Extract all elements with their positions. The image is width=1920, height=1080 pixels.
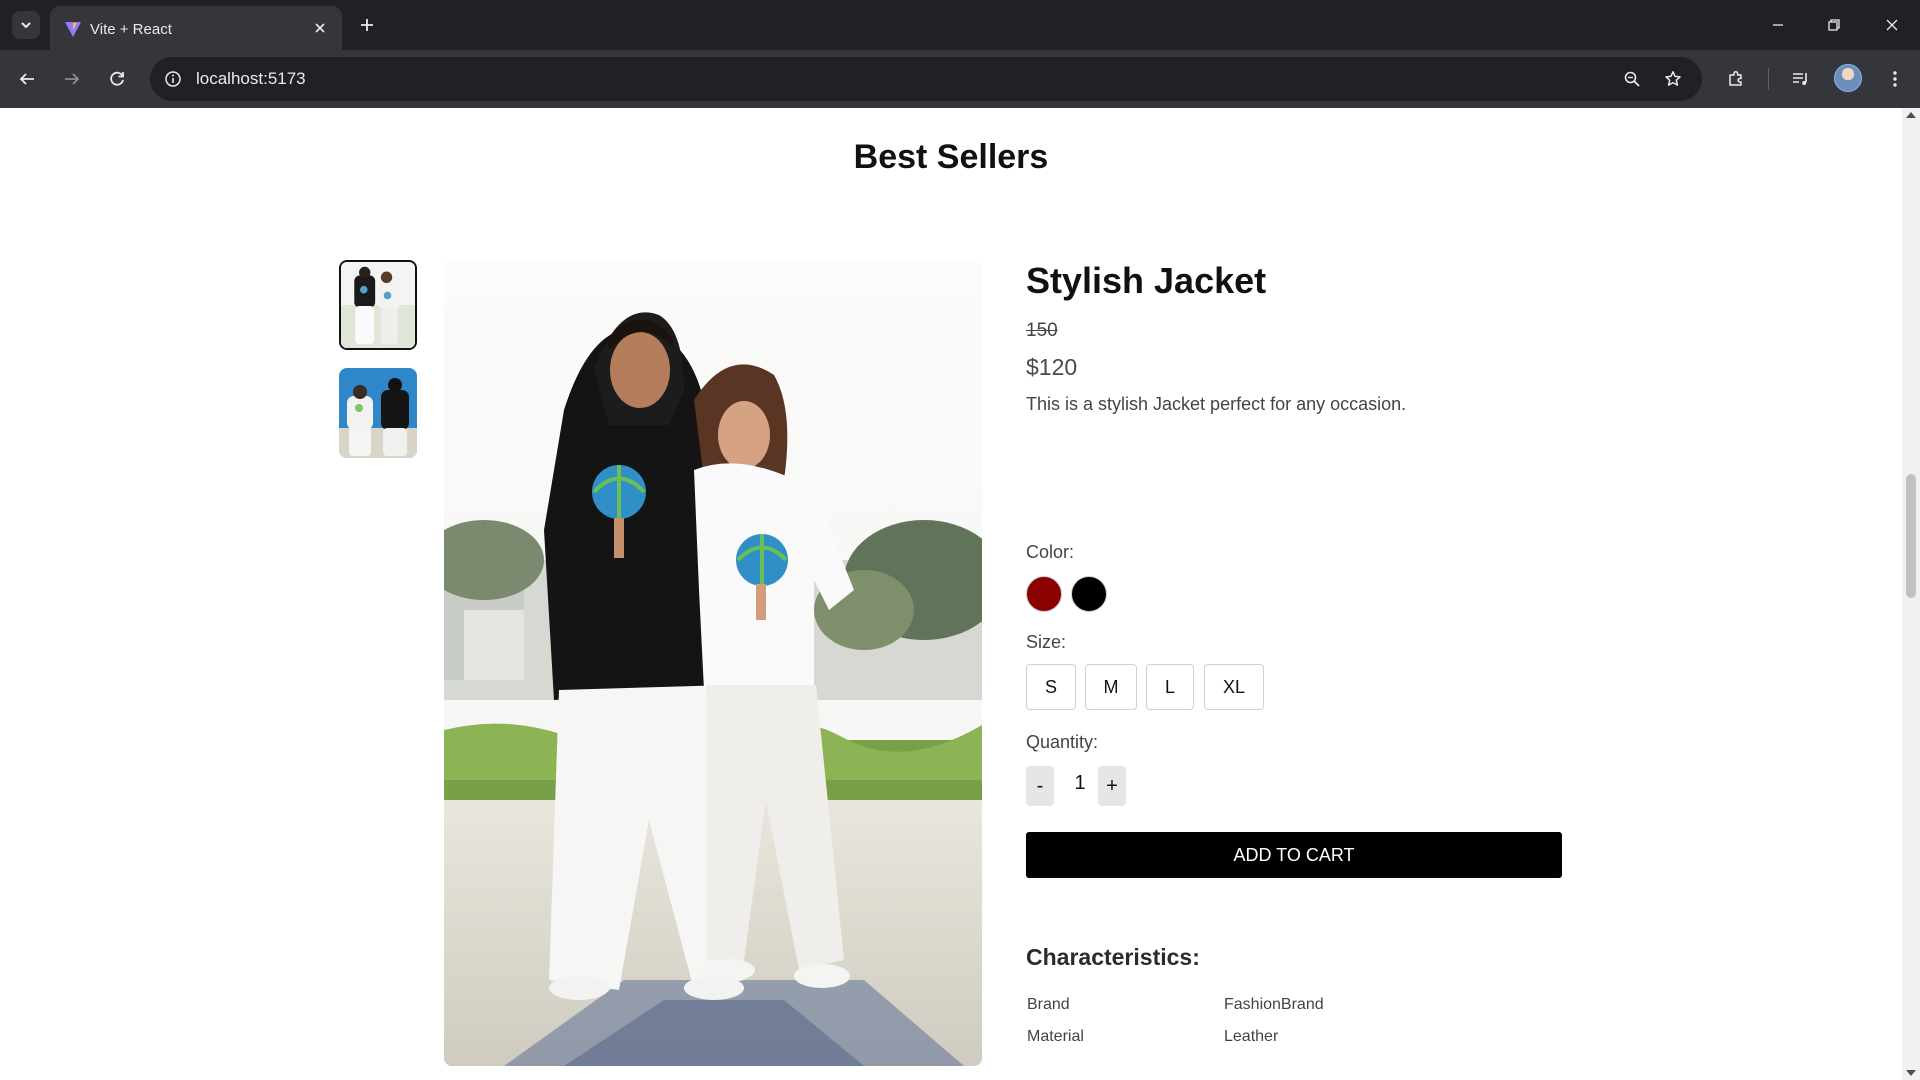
product-main-image bbox=[444, 260, 982, 1066]
characteristic-key-material: Material bbox=[1027, 1028, 1084, 1045]
original-price: 150 bbox=[1026, 320, 1058, 341]
minimize-button[interactable] bbox=[1750, 0, 1806, 50]
tab-list-button[interactable] bbox=[12, 11, 40, 39]
characteristic-value-material: Leather bbox=[1224, 1028, 1279, 1045]
color-swatch-dark-red[interactable] bbox=[1026, 576, 1062, 612]
tab-title: Vite + React bbox=[90, 21, 172, 38]
toolbar-separator bbox=[1768, 68, 1769, 90]
product-thumbnail-1[interactable] bbox=[339, 260, 417, 350]
new-tab-button[interactable] bbox=[354, 12, 380, 38]
kebab-menu-icon bbox=[1893, 71, 1897, 87]
close-icon bbox=[315, 23, 325, 33]
thumbnail-image bbox=[339, 368, 417, 458]
site-info-button[interactable] bbox=[162, 68, 184, 90]
product-photo bbox=[444, 260, 982, 1066]
address-bar[interactable]: localhost:5173 bbox=[150, 57, 1702, 101]
info-icon bbox=[165, 71, 181, 87]
star-icon bbox=[1665, 71, 1681, 86]
section-title: Best Sellers bbox=[853, 138, 1049, 176]
product-thumbnail-2[interactable] bbox=[339, 368, 417, 458]
minimize-icon bbox=[1773, 24, 1783, 26]
bookmark-button[interactable] bbox=[1660, 66, 1686, 92]
product-description: This is a stylish Jacket perfect for any… bbox=[1026, 394, 1407, 414]
size-option-xl[interactable]: XL bbox=[1204, 664, 1264, 710]
thumbnail-image bbox=[341, 262, 415, 348]
size-label: Size: bbox=[1026, 632, 1067, 652]
close-icon bbox=[1886, 19, 1898, 31]
vite-logo-icon bbox=[65, 22, 81, 37]
restore-button[interactable] bbox=[1806, 0, 1862, 50]
extensions-button[interactable] bbox=[1721, 64, 1751, 94]
reload-icon bbox=[110, 71, 124, 86]
zoom-icon bbox=[1624, 71, 1640, 87]
browser-tab[interactable]: Vite + React bbox=[50, 6, 342, 50]
browser-menu-button[interactable] bbox=[1880, 64, 1910, 94]
size-option-m[interactable]: M bbox=[1085, 664, 1137, 710]
back-button[interactable] bbox=[12, 64, 42, 94]
avatar[interactable] bbox=[1834, 64, 1862, 92]
browser-toolbar: localhost:5173 bbox=[0, 50, 1920, 108]
url-text[interactable]: localhost:5173 bbox=[196, 69, 306, 89]
scroll-down-arrow-icon[interactable] bbox=[1906, 1070, 1916, 1076]
forward-button[interactable] bbox=[57, 64, 87, 94]
plus-icon bbox=[361, 19, 373, 31]
page-scrollbar[interactable] bbox=[1902, 108, 1920, 1080]
media-control-icon bbox=[1793, 73, 1807, 85]
puzzle-icon bbox=[1729, 70, 1742, 86]
characteristic-key-brand: Brand bbox=[1027, 996, 1070, 1013]
quantity-increment-button[interactable]: + bbox=[1098, 766, 1126, 806]
media-control-button[interactable] bbox=[1786, 64, 1816, 94]
characteristic-value-brand: FashionBrand bbox=[1224, 996, 1324, 1013]
page-viewport: Best Sellers Stylish Jacket 150 $120 Thi… bbox=[0, 108, 1902, 1080]
arrow-left-icon bbox=[19, 73, 34, 85]
color-label: Color: bbox=[1026, 542, 1075, 562]
arrow-right-icon bbox=[65, 73, 80, 85]
reload-button[interactable] bbox=[102, 64, 132, 94]
scroll-up-arrow-icon[interactable] bbox=[1906, 112, 1916, 118]
chevron-down-icon bbox=[21, 22, 31, 29]
characteristics-title: Characteristics: bbox=[1026, 944, 1200, 970]
zoom-button[interactable] bbox=[1619, 66, 1645, 92]
browser-tab-bar: Vite + React bbox=[0, 0, 1920, 50]
quantity-label: Quantity: bbox=[1026, 732, 1099, 752]
restore-icon bbox=[1828, 19, 1840, 31]
scrollbar-thumb[interactable] bbox=[1906, 474, 1916, 598]
sale-price: $120 bbox=[1026, 354, 1078, 380]
add-to-cart-button[interactable]: ADD TO CART bbox=[1026, 832, 1562, 878]
product-title: Stylish Jacket bbox=[1026, 260, 1267, 301]
color-swatch-black[interactable] bbox=[1071, 576, 1107, 612]
tab-close-button[interactable] bbox=[310, 18, 330, 38]
quantity-value: 1 bbox=[1074, 772, 1086, 794]
quantity-decrement-button[interactable]: - bbox=[1026, 766, 1054, 806]
size-option-s[interactable]: S bbox=[1026, 664, 1076, 710]
size-option-l[interactable]: L bbox=[1146, 664, 1194, 710]
close-window-button[interactable] bbox=[1864, 0, 1920, 50]
